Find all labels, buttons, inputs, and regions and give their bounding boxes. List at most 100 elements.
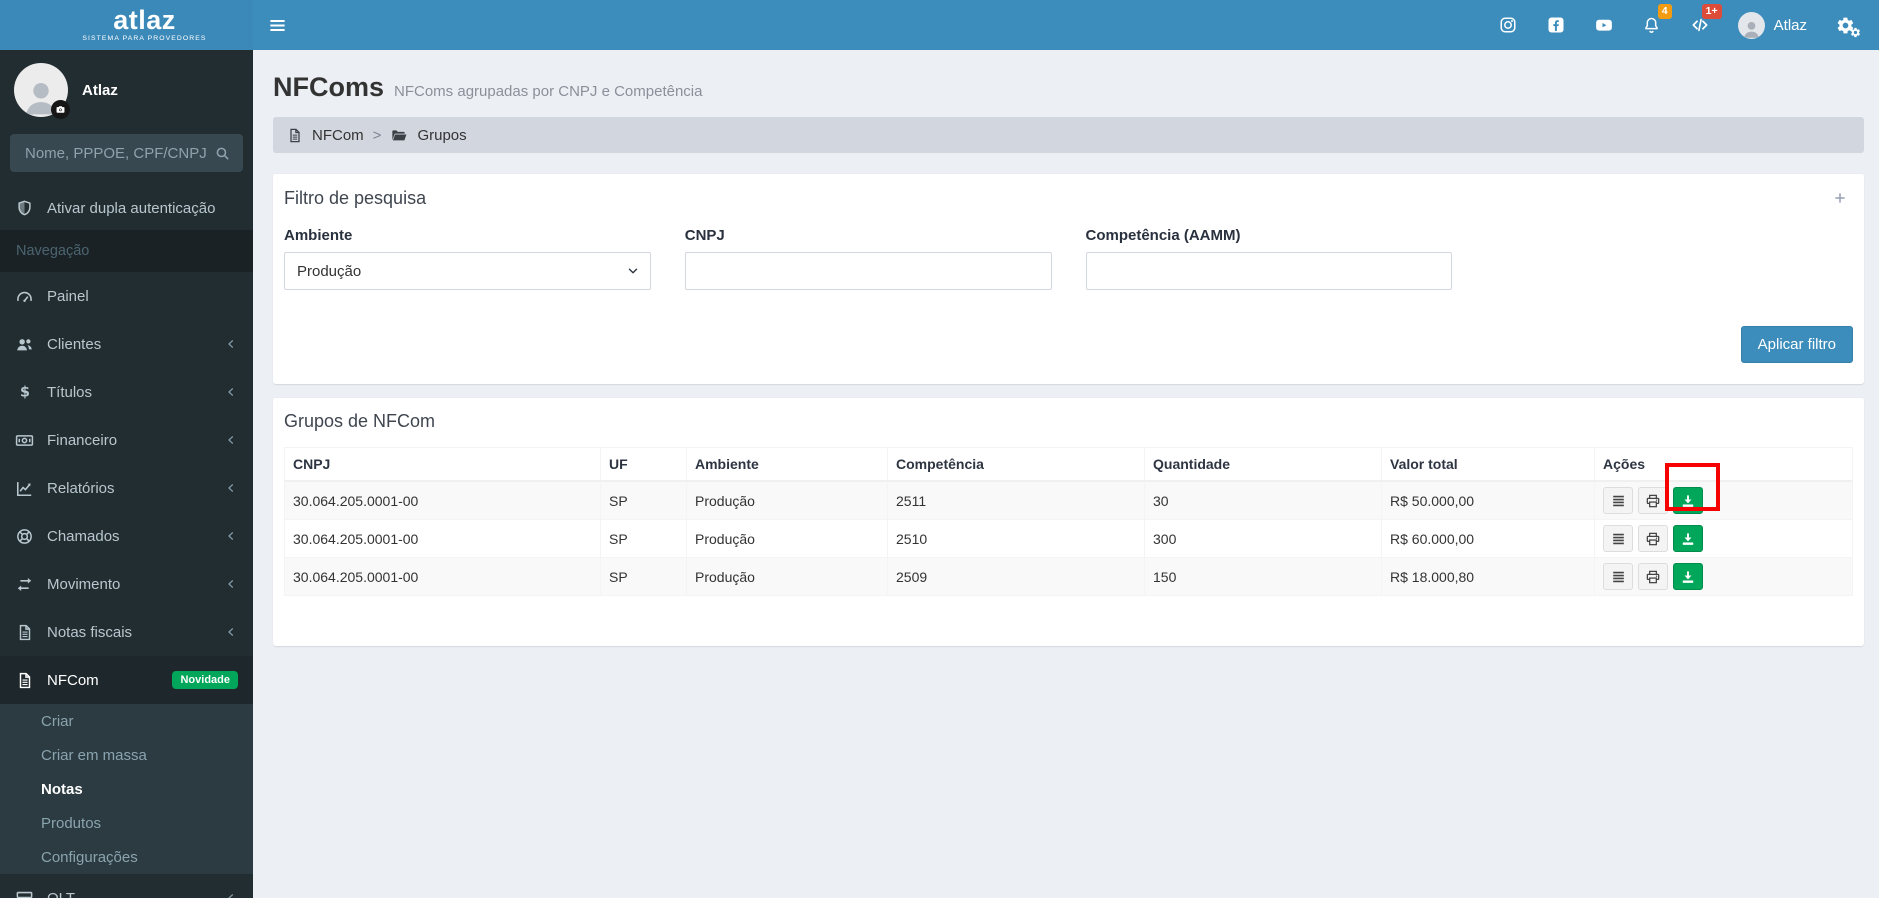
download-button[interactable] [1673,563,1703,590]
changelog-menu[interactable]: 1+ [1676,0,1724,50]
ambiente-selected-value: Produção [297,262,362,280]
sidebar-toggle-button[interactable] [253,0,301,50]
shield-icon [15,199,34,217]
file-text-icon [15,623,34,642]
filter-box-title: Filtro de pesquisa [284,187,427,208]
chevron-left-icon [224,433,238,447]
list-icon [1611,531,1626,546]
print-icon [1645,569,1661,585]
groups-box-title: Grupos de NFCom [284,411,436,431]
download-icon [1680,569,1696,585]
page-subtitle: NFComs agrupadas por CNPJ e Competência [394,83,703,100]
sidebar-item-titulos[interactable]: Títulos [0,368,253,416]
collapse-box-button[interactable] [1827,187,1853,209]
breadcrumb-nfcom[interactable]: NFCom [312,127,364,144]
print-button[interactable] [1638,563,1668,590]
settings-menu[interactable] [1821,0,1869,50]
sidebar-item-olt[interactable]: OLT [0,874,253,898]
details-button[interactable] [1603,525,1633,552]
navbar-user-name: Atlaz [1773,16,1807,34]
col-valor-total: Valor total [1381,447,1595,482]
folder-open-icon [390,127,408,144]
sidebar-item-movimento[interactable]: Movimento [0,560,253,608]
download-button[interactable] [1673,525,1703,552]
person-icon [1741,18,1762,39]
sidebar-item-painel[interactable]: Painel [0,272,253,320]
notifications-menu[interactable]: 4 [1628,0,1676,50]
submenu-item-produtos[interactable]: Produtos [0,806,253,840]
sidebar-item-two-factor[interactable]: Ativar dupla autenticação [0,186,253,230]
youtube-icon [1594,16,1614,34]
apply-filter-button[interactable]: Aplicar filtro [1740,326,1853,363]
sidebar-item-relatorios[interactable]: Relatórios [0,464,253,512]
submenu-item-criar[interactable]: Criar [0,704,253,738]
sidebar-menu: Ativar dupla autenticação Navegação Pain… [0,186,253,898]
youtube-link[interactable] [1580,0,1628,50]
brand-name: atlaz [113,5,176,36]
nfcom-submenu: Criar Criar em massa Notas Produtos Conf… [0,704,253,874]
cnpj-label: CNPJ [684,227,725,244]
instagram-link[interactable] [1484,0,1532,50]
camera-icon [55,104,66,115]
sidebar-item-nfcom[interactable]: NFCom Novidade [0,656,253,704]
chevron-left-icon [224,337,238,351]
sidebar-item-financeiro[interactable]: Financeiro [0,416,253,464]
instagram-icon [1499,16,1517,34]
details-button[interactable] [1603,563,1633,590]
list-icon [1611,493,1626,508]
navbar-menu: 4 1+ Atlaz [1484,0,1869,50]
main-content: NFComs NFComs agrupadas por CNPJ e Compe… [253,50,1879,898]
ambiente-select[interactable]: Produção [284,252,651,290]
table-header-row: CNPJ UF Ambiente Competência Quantidade … [284,447,1853,482]
facebook-link[interactable] [1532,0,1580,50]
sidebar-item-chamados[interactable]: Chamados [0,512,253,560]
list-icon [1611,569,1626,584]
hamburger-icon [268,16,287,35]
dollar-icon [15,383,34,402]
file-text-icon [15,671,34,690]
table-row: 30.064.205.0001-00 SP Produção 2510 300 … [284,519,1853,558]
breadcrumb-separator: > [372,126,382,144]
sidebar-section-header: Navegação [0,230,253,272]
col-uf: UF [600,447,687,482]
groups-table: CNPJ UF Ambiente Competência Quantidade … [284,447,1853,596]
server-icon [15,889,34,898]
sidebar-item-notas-fiscais[interactable]: Notas fiscais [0,608,253,656]
competencia-input[interactable] [1085,252,1453,290]
print-icon [1645,531,1661,547]
plus-icon [1833,191,1847,205]
sidebar-item-clientes[interactable]: Clientes [0,320,253,368]
changelog-badge: 1+ [1701,4,1722,19]
brand-logo[interactable]: atlaz SISTEMA PARA PROVEDORES [0,0,253,50]
search-input[interactable] [23,143,210,163]
submenu-item-notas[interactable]: Notas [0,772,253,806]
top-navbar: atlaz SISTEMA PARA PROVEDORES 4 1+ Atlaz [0,0,1879,50]
ambiente-label: Ambiente [284,227,353,244]
change-avatar-button[interactable] [51,100,70,119]
print-button[interactable] [1638,487,1668,514]
table-row: 30.064.205.0001-00 SP Produção 2511 30 R… [284,480,1853,520]
cog-small-icon [1850,27,1861,38]
page-title: NFComs [273,72,385,102]
print-button[interactable] [1638,525,1668,552]
table-row: 30.064.205.0001-00 SP Produção 2509 150 … [284,557,1853,596]
col-competencia: Competência [887,447,1145,482]
submenu-item-criar-em-massa[interactable]: Criar em massa [0,738,253,772]
submenu-item-configuracoes[interactable]: Configurações [0,840,253,874]
chart-line-icon [15,479,34,498]
breadcrumb: NFCom > Grupos [273,117,1864,153]
groups-box: Grupos de NFCom CNPJ UF Ambiente Competê… [273,397,1864,646]
chevron-left-icon [224,529,238,543]
user-avatar [1737,11,1765,39]
chevron-left-icon [224,385,238,399]
search-icon [214,145,231,162]
money-icon [15,431,34,450]
download-icon [1680,531,1696,547]
chevron-left-icon [224,481,238,495]
cnpj-input[interactable] [684,252,1052,290]
user-menu[interactable]: Atlaz [1724,0,1821,50]
download-button[interactable] [1673,487,1703,514]
details-button[interactable] [1603,487,1633,514]
brand-tagline: SISTEMA PARA PROVEDORES [82,35,207,43]
search-button[interactable] [210,141,235,166]
